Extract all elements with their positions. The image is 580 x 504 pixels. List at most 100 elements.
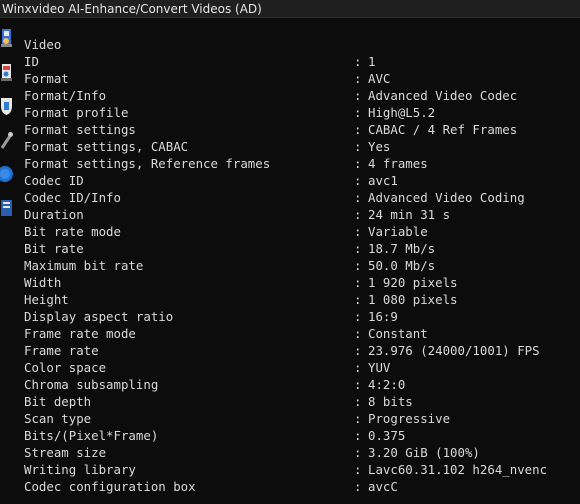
info-row: Bit rate:18.7 Mb/s <box>24 240 580 257</box>
info-separator: : <box>354 292 362 307</box>
info-key: Display aspect ratio <box>24 309 174 324</box>
info-row: Color space: YUV <box>24 359 580 376</box>
info-separator: : <box>354 241 362 256</box>
info-value: 1 <box>368 54 376 69</box>
desktop-icon-strip <box>0 18 14 504</box>
info-row: Stream size:3.20 GiB (100%) <box>24 444 580 461</box>
info-key: Height <box>24 292 69 307</box>
info-value: High@L5.2 <box>368 105 436 120</box>
wrench-icon[interactable] <box>0 128 13 152</box>
info-value: avcC <box>368 479 398 494</box>
info-separator: : <box>354 88 362 103</box>
section-heading: Video <box>24 37 62 52</box>
info-row: Frame rate mode: Constant <box>24 325 580 342</box>
info-row: ID:1 <box>24 53 580 70</box>
info-value: 16:9 <box>368 309 398 324</box>
info-key: Format settings, Reference frames <box>24 156 271 171</box>
globe-icon[interactable] <box>0 162 13 186</box>
info-separator: : <box>354 326 362 341</box>
info-key: Color space <box>24 360 107 375</box>
info-key: Scan type <box>24 411 92 426</box>
info-value: 8 bits <box>368 394 413 409</box>
info-key: Bit rate <box>24 241 84 256</box>
info-row: Bit rate mode: Variable <box>24 223 580 240</box>
info-row: Duration:24 min 31 s <box>24 206 580 223</box>
info-value: 1 080 pixels <box>368 292 458 307</box>
info-row: Bits/(Pixel*Frame):0.375 <box>24 427 580 444</box>
info-value: Advanced Video Coding <box>368 190 525 205</box>
info-key: Format <box>24 71 69 86</box>
info-separator: : <box>354 428 362 443</box>
info-key: Stream size <box>24 445 107 460</box>
info-separator: : <box>354 309 362 324</box>
info-key: Codec ID <box>24 173 84 188</box>
info-row: Maximum bit rate:50.0 Mb/s <box>24 257 580 274</box>
info-key: Frame rate <box>24 343 99 358</box>
info-value: Variable <box>368 224 428 239</box>
info-row: Display aspect ratio:16:9 <box>24 308 580 325</box>
info-separator: : <box>354 190 362 205</box>
info-value: 24 min 31 s <box>368 207 451 222</box>
info-value: CABAC / 4 Ref Frames <box>368 122 518 137</box>
info-row: Bit depth:8 bits <box>24 393 580 410</box>
info-row: Format settings: CABAC / 4 Ref Frames <box>24 121 580 138</box>
info-key: Format settings, CABAC <box>24 139 189 154</box>
info-separator: : <box>354 54 362 69</box>
info-separator: : <box>354 462 362 477</box>
info-key: Format settings <box>24 122 136 137</box>
info-separator: : <box>354 360 362 375</box>
info-row: Format settings, Reference frames:4 fram… <box>24 155 580 172</box>
info-value: 3.20 GiB (100%) <box>368 445 480 460</box>
info-row: Codec configuration box: avcC <box>24 478 580 495</box>
info-key: Bit rate mode <box>24 224 121 239</box>
info-value: Advanced Video Codec <box>368 88 518 103</box>
mediainfo-panel: Video ID:1 Format: AVC Format/Info: Advanced… <box>24 36 580 495</box>
info-row: Codec ID: avc1 <box>24 172 580 189</box>
info-key: Writing library <box>24 462 136 477</box>
info-value: 4 frames <box>368 156 428 171</box>
window-titlebar[interactable]: Winxvideo AI-Enhance/Convert Videos (AD) <box>0 0 580 18</box>
info-value: Lavc60.31.102 h264_nvenc <box>368 462 548 477</box>
info-row: Format: AVC <box>24 70 580 87</box>
info-row: Scan type: Progressive <box>24 410 580 427</box>
info-row: Width:1 920 pixels <box>24 274 580 291</box>
info-row: Height:1 080 pixels <box>24 291 580 308</box>
wizard-convert-icon[interactable] <box>0 60 13 84</box>
info-row: Codec ID/Info: Advanced Video Coding <box>24 189 580 206</box>
info-key: Chroma subsampling <box>24 377 159 392</box>
info-separator: : <box>354 105 362 120</box>
info-separator: : <box>354 394 362 409</box>
info-value: 23.976 (24000/1001) FPS <box>368 343 540 358</box>
info-value: 0.375 <box>368 428 406 443</box>
info-key: Codec ID/Info <box>24 190 121 205</box>
info-value: YUV <box>368 360 391 375</box>
info-key: Format/Info <box>24 88 107 103</box>
info-separator: : <box>354 224 362 239</box>
info-key: Codec configuration box <box>24 479 196 494</box>
info-separator: : <box>354 275 362 290</box>
info-separator: : <box>354 445 362 460</box>
info-separator: : <box>354 258 362 273</box>
book-icon[interactable] <box>0 196 13 220</box>
info-row: Frame rate:23.976 (24000/1001) FPS <box>24 342 580 359</box>
info-key: Duration <box>24 207 84 222</box>
info-key: Bit depth <box>24 394 92 409</box>
info-separator: : <box>354 173 362 188</box>
info-value: Constant <box>368 326 428 341</box>
info-row: Format profile: High@L5.2 <box>24 104 580 121</box>
info-separator: : <box>354 377 362 392</box>
info-key: Format profile <box>24 105 129 120</box>
info-separator: : <box>354 156 362 171</box>
info-value: 18.7 Mb/s <box>368 241 436 256</box>
info-value: Yes <box>368 139 391 154</box>
window-title: Winxvideo AI-Enhance/Convert Videos (AD) <box>2 2 262 16</box>
info-separator: : <box>354 343 362 358</box>
shield-icon[interactable] <box>0 94 13 118</box>
info-separator: : <box>354 479 362 494</box>
info-key: Maximum bit rate <box>24 258 144 273</box>
wizard-tool-icon[interactable] <box>0 26 13 50</box>
info-separator: : <box>354 122 362 137</box>
info-row: Chroma subsampling:4:2:0 <box>24 376 580 393</box>
info-key: ID <box>24 54 39 69</box>
info-row: Format/Info: Advanced Video Codec <box>24 87 580 104</box>
